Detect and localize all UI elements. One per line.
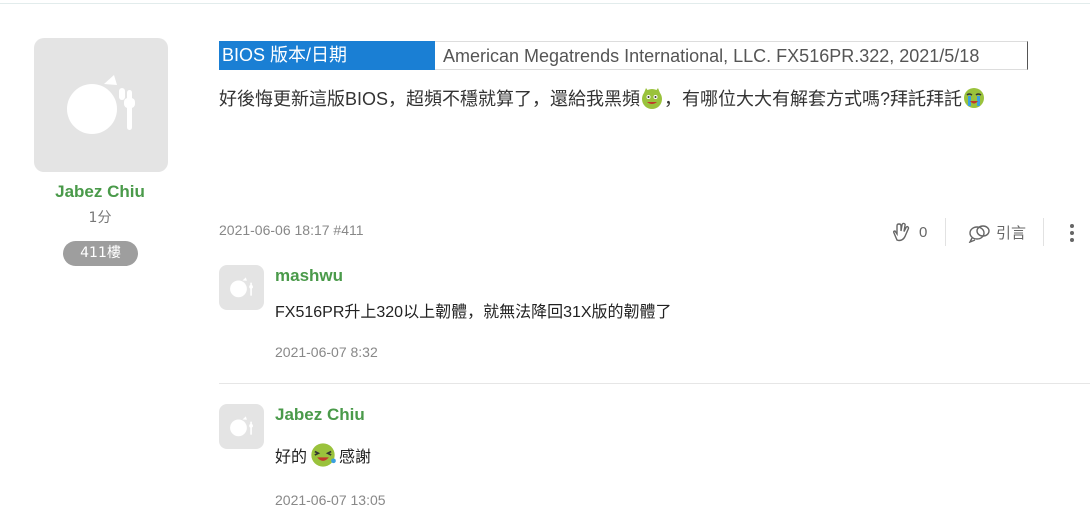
reply-date: 2021-06-07 8:32 xyxy=(275,344,378,360)
post-author-name[interactable]: Jabez Chiu xyxy=(0,182,200,202)
post-meta: 2021-06-06 18:17 #411 xyxy=(219,222,364,238)
reply-text: FX516PR升上320以上韌體，就無法降回31X版的韌體了 xyxy=(275,304,672,321)
quote-button[interactable]: 引言 xyxy=(968,222,1026,243)
reply-text: 好的 感謝 xyxy=(275,441,371,469)
reply-divider xyxy=(219,383,1090,384)
more-vertical-icon[interactable] xyxy=(1064,221,1080,245)
post-message: 好後悔更新這版BIOS，超頻不穩就算了，還給我黑頻 ，有哪位大大有解套方式嗎?拜… xyxy=(219,84,1089,115)
floor-badge: 411樓 xyxy=(63,241,138,266)
reply-avatar[interactable] xyxy=(219,265,264,310)
divider xyxy=(945,218,946,246)
emoji-devil-icon xyxy=(642,88,663,109)
reply-author-name[interactable]: mashwu xyxy=(275,266,343,286)
emoji-laugh-icon xyxy=(311,443,336,467)
divider xyxy=(1043,218,1044,246)
clap-icon xyxy=(892,222,910,242)
bios-info-row: BIOS 版本/日期 American Megatrends Internati… xyxy=(219,41,1028,70)
reply-author-name[interactable]: Jabez Chiu xyxy=(275,405,365,425)
top-divider xyxy=(0,3,1090,4)
reply-text-1: 好的 xyxy=(275,449,308,466)
message-text-2: ，有哪位大大有解套方式嗎?拜託拜託 xyxy=(664,89,963,109)
like-count: 0 xyxy=(919,223,928,241)
avatar-placeholder-icon xyxy=(230,416,253,437)
author-avatar[interactable] xyxy=(34,38,168,172)
reply-avatar[interactable] xyxy=(219,404,264,449)
reply-text-2: 感謝 xyxy=(339,449,372,466)
bios-value: American Megatrends International, LLC. … xyxy=(435,41,1028,70)
quote-icon xyxy=(968,224,990,243)
author-score: 1分 xyxy=(88,210,112,226)
avatar-placeholder-icon xyxy=(230,277,253,298)
like-button[interactable]: 0 xyxy=(891,222,927,242)
reply-date: 2021-06-07 13:05 xyxy=(275,492,386,508)
quote-label: 引言 xyxy=(996,224,1027,242)
bios-key: BIOS 版本/日期 xyxy=(219,41,435,70)
avatar-placeholder-icon xyxy=(67,75,135,134)
message-text-1: 好後悔更新這版BIOS，超頻不穩就算了，還給我黑頻 xyxy=(219,89,641,109)
emoji-crying-icon xyxy=(964,88,985,108)
